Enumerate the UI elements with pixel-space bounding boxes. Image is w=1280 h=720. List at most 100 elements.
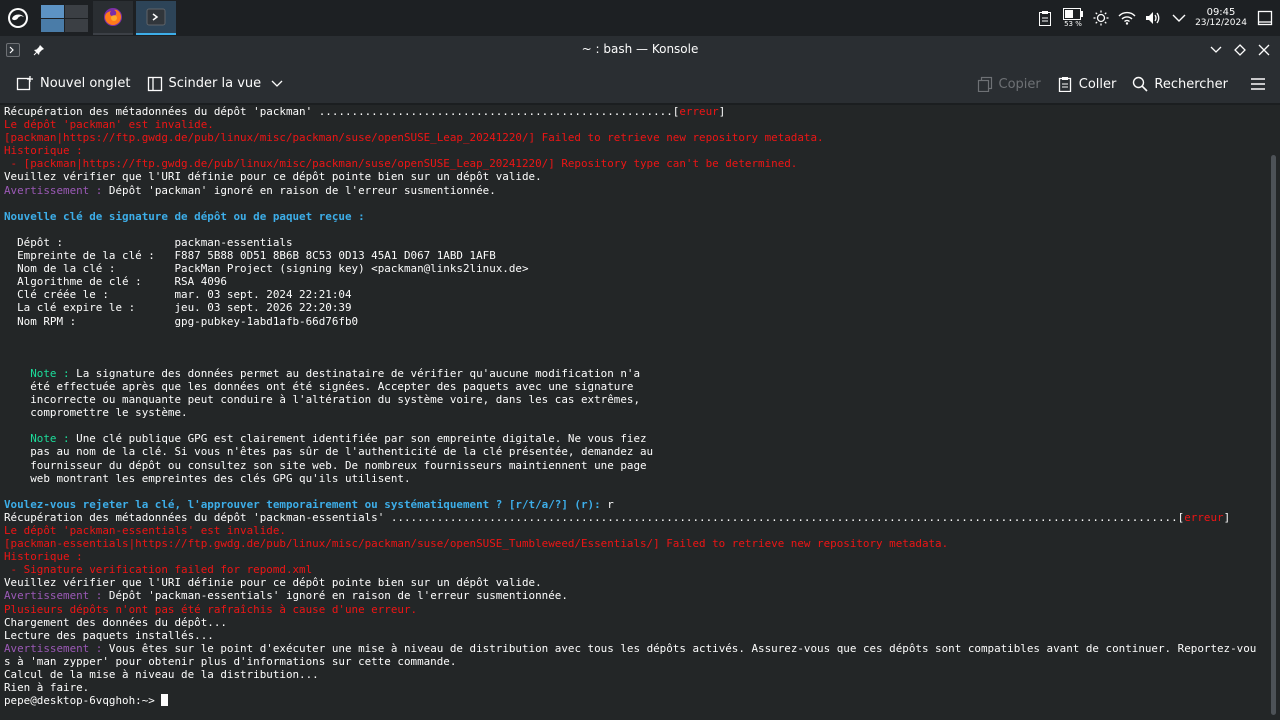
taskbar-firefox[interactable]	[93, 1, 133, 35]
terminal-text: Vous êtes sur le point d'exécuter une mi…	[102, 641, 1257, 655]
terminal-text: Algorithme de clé : RSA 4096	[4, 275, 227, 289]
terminal-text: Avertissement :	[4, 589, 103, 603]
terminal-line: Nom RPM : gpg-pubkey-1abd1afb-66d76fb0	[4, 315, 1266, 328]
terminal-line: - Signature verification failed for repo…	[4, 563, 1266, 576]
terminal-text: Le dépôt 'packman' est invalide.	[4, 118, 214, 132]
terminal-line: Avertissement : Dépôt 'packman-essential…	[4, 589, 1266, 602]
terminal-line: Récupération des métadonnées du dépôt 'p…	[4, 511, 1266, 524]
terminal-line: [packman-essentials|https://ftp.gwdg.de/…	[4, 537, 1266, 550]
terminal-line: pas au nom de la clé. Si vous n'êtes pas…	[4, 445, 1266, 458]
terminal-text: Avertissement :	[4, 183, 103, 197]
minimize-button[interactable]	[1204, 36, 1228, 64]
terminal-text: web montrant les empreintes des clés GPG…	[4, 471, 411, 485]
firefox-icon	[104, 8, 122, 26]
clock-time: 09:45	[1206, 7, 1236, 18]
terminal-text: erreur	[1184, 510, 1224, 524]
keep-above-button[interactable]	[26, 36, 52, 64]
system-panel: 53 % 09:45 23/12/2024	[0, 0, 1280, 36]
virtual-desktop-pager[interactable]	[40, 4, 88, 32]
terminal-text: - [packman|https://ftp.gwdg.de/pub/linux…	[4, 157, 798, 171]
terminal-text: - Signature verification failed for repo…	[4, 563, 313, 577]
terminal-line: Plusieurs dépôts n'ont pas été rafraîchi…	[4, 603, 1266, 616]
search-icon	[1133, 76, 1148, 92]
search-button[interactable]: Rechercher	[1124, 68, 1236, 100]
terminal-scrollbar[interactable]	[1266, 105, 1280, 720]
terminal-line: - [packman|https://ftp.gwdg.de/pub/linux…	[4, 157, 1266, 170]
window-menu-button[interactable]	[0, 36, 26, 64]
terminal-text: [packman|https://ftp.gwdg.de/pub/linux/m…	[4, 131, 824, 145]
volume-icon[interactable]	[1140, 0, 1166, 36]
terminal-text: Voulez-vous rejeter la clé, l'approuver …	[4, 497, 601, 511]
terminal-text: s à 'man zypper' pour obtenir plus d'inf…	[4, 654, 457, 668]
digital-clock[interactable]: 09:45 23/12/2024	[1192, 7, 1250, 29]
terminal-text: Note :	[30, 432, 70, 446]
konsole-small-icon	[6, 43, 20, 57]
terminal-text: Dépôt : packman-essentials	[4, 235, 293, 249]
desktop-1[interactable]	[41, 5, 64, 18]
desktop-2[interactable]	[65, 5, 88, 18]
terminal-line: Avertissement : Dépôt 'packman' ignoré e…	[4, 184, 1266, 197]
terminal-line: Le dépôt 'packman-essentials' est invali…	[4, 524, 1266, 537]
terminal-line: Algorithme de clé : RSA 4096	[4, 275, 1266, 288]
terminal-line: Clé créée le : mar. 03 sept. 2024 22:21:…	[4, 288, 1266, 301]
taskbar-konsole[interactable]	[136, 1, 176, 35]
scrollbar-thumb[interactable]	[1271, 155, 1276, 715]
hamburger-menu-button[interactable]	[1242, 68, 1274, 100]
battery-indicator[interactable]: 53 %	[1058, 0, 1088, 36]
terminal-text: [packman-essentials|https://ftp.gwdg.de/…	[4, 537, 949, 551]
battery-percent: 53 %	[1064, 20, 1082, 28]
tray-expand-chevron-icon[interactable]	[1166, 0, 1192, 36]
terminal-text: Plusieurs dépôts n'ont pas été rafraîchi…	[4, 602, 418, 616]
copy-button[interactable]: Copier	[969, 68, 1049, 100]
window-titlebar[interactable]: ~ : bash — Konsole	[0, 36, 1280, 64]
new-tab-icon	[16, 75, 33, 90]
close-icon	[1258, 44, 1270, 56]
terminal-line: été effectuée après que les données ont …	[4, 380, 1266, 393]
terminal-line: Note : Une clé publique GPG est claireme…	[4, 432, 1266, 445]
show-desktop-button[interactable]	[1250, 0, 1280, 36]
split-view-button[interactable]: Scinder la vue	[139, 68, 292, 100]
terminal-text: Rien à faire.	[4, 681, 90, 695]
terminal-line: Empreinte de la clé : F887 5B88 0D51 8B6…	[4, 249, 1266, 262]
terminal-output[interactable]: Récupération des métadonnées du dépôt 'p…	[0, 105, 1266, 720]
diamond-icon	[1234, 44, 1246, 56]
terminal-line: Dépôt : packman-essentials	[4, 236, 1266, 249]
terminal-text: Chargement des données du dépôt...	[4, 615, 227, 629]
terminal-text: Nouvelle clé de signature de dépôt ou de…	[4, 209, 365, 223]
clipboard-icon[interactable]	[1032, 0, 1058, 36]
terminal-text: Calcul de la mise à niveau de la distrib…	[4, 668, 319, 682]
terminal-text: Lecture des paquets installés...	[4, 628, 214, 642]
clock-date: 23/12/2024	[1195, 18, 1247, 28]
close-button[interactable]	[1252, 36, 1276, 64]
terminal-text: Clé créée le : mar. 03 sept. 2024 22:21:…	[4, 288, 352, 302]
show-desktop-icon	[1257, 10, 1273, 26]
application-launcher[interactable]	[0, 0, 36, 36]
terminal-line: web montrant les empreintes des clés GPG…	[4, 472, 1266, 485]
new-tab-button[interactable]: Nouvel onglet	[8, 68, 139, 100]
terminal-text: pas au nom de la clé. Si vous n'êtes pas…	[4, 445, 654, 459]
desktop-3[interactable]	[41, 19, 64, 32]
konsole-toolbar: Nouvel onglet Scinder la vue Copier Coll…	[0, 64, 1280, 104]
terminal-line: compromettre le système.	[4, 406, 1266, 419]
terminal-text: Une clé publique GPG est clairement iden…	[69, 432, 647, 446]
paste-button[interactable]: Coller	[1049, 68, 1125, 100]
brightness-icon[interactable]	[1088, 0, 1114, 36]
terminal-text: pepe@desktop-6vqghoh:~>	[4, 694, 162, 708]
terminal-line: Historique :	[4, 144, 1266, 157]
maximize-button[interactable]	[1228, 36, 1252, 64]
opensuse-launcher-icon	[8, 8, 28, 28]
terminal-text: r	[600, 497, 614, 511]
terminal-line: fournisseur du dépôt ou consultez son si…	[4, 459, 1266, 472]
terminal-text: Récupération des métadonnées du dépôt 'p…	[4, 510, 1185, 524]
terminal-text: Historique :	[4, 144, 83, 158]
terminal-text: Veuillez vérifier que l'URI définie pour…	[4, 170, 542, 184]
desktop-4[interactable]	[65, 19, 88, 32]
wifi-icon[interactable]	[1114, 0, 1140, 36]
terminal-text: Empreinte de la clé : F887 5B88 0D51 8B6…	[4, 249, 496, 263]
terminal-line: Voulez-vous rejeter la clé, l'approuver …	[4, 498, 1266, 511]
